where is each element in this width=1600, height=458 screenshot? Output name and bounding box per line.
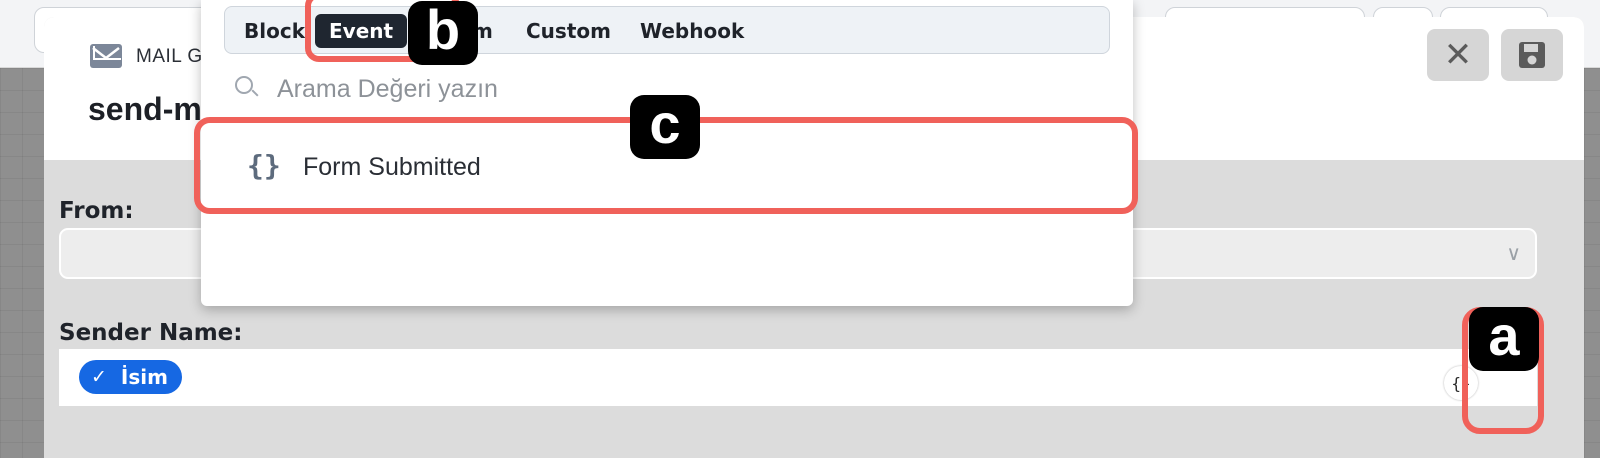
- tab-custom[interactable]: Custom: [526, 14, 611, 48]
- search-icon: [235, 76, 253, 94]
- sender-name-field[interactable]: ✓ İsim: [59, 349, 1537, 406]
- save-button[interactable]: [1501, 29, 1563, 81]
- sender-name-label: Sender Name:: [59, 320, 243, 346]
- variable-chip[interactable]: ✓ İsim: [79, 360, 182, 394]
- tab-webhook[interactable]: Webhook: [640, 14, 744, 48]
- check-icon: ✓: [91, 366, 107, 388]
- close-button[interactable]: ✕: [1427, 29, 1489, 81]
- mail-icon: [90, 44, 122, 68]
- save-icon: [1519, 42, 1545, 68]
- annotation-badge-c: c: [630, 95, 700, 159]
- chip-label: İsim: [120, 365, 168, 389]
- tab-block[interactable]: Block: [244, 14, 305, 48]
- step-title: send-m: [88, 91, 202, 127]
- close-icon: ✕: [1443, 36, 1473, 74]
- group-label: MAIL G: [136, 46, 203, 67]
- annotation-badge-a: a: [1469, 307, 1539, 371]
- annotation-badge-b: b: [408, 1, 478, 65]
- from-label: From:: [59, 198, 134, 224]
- chevron-down-icon: ∨: [1506, 243, 1521, 265]
